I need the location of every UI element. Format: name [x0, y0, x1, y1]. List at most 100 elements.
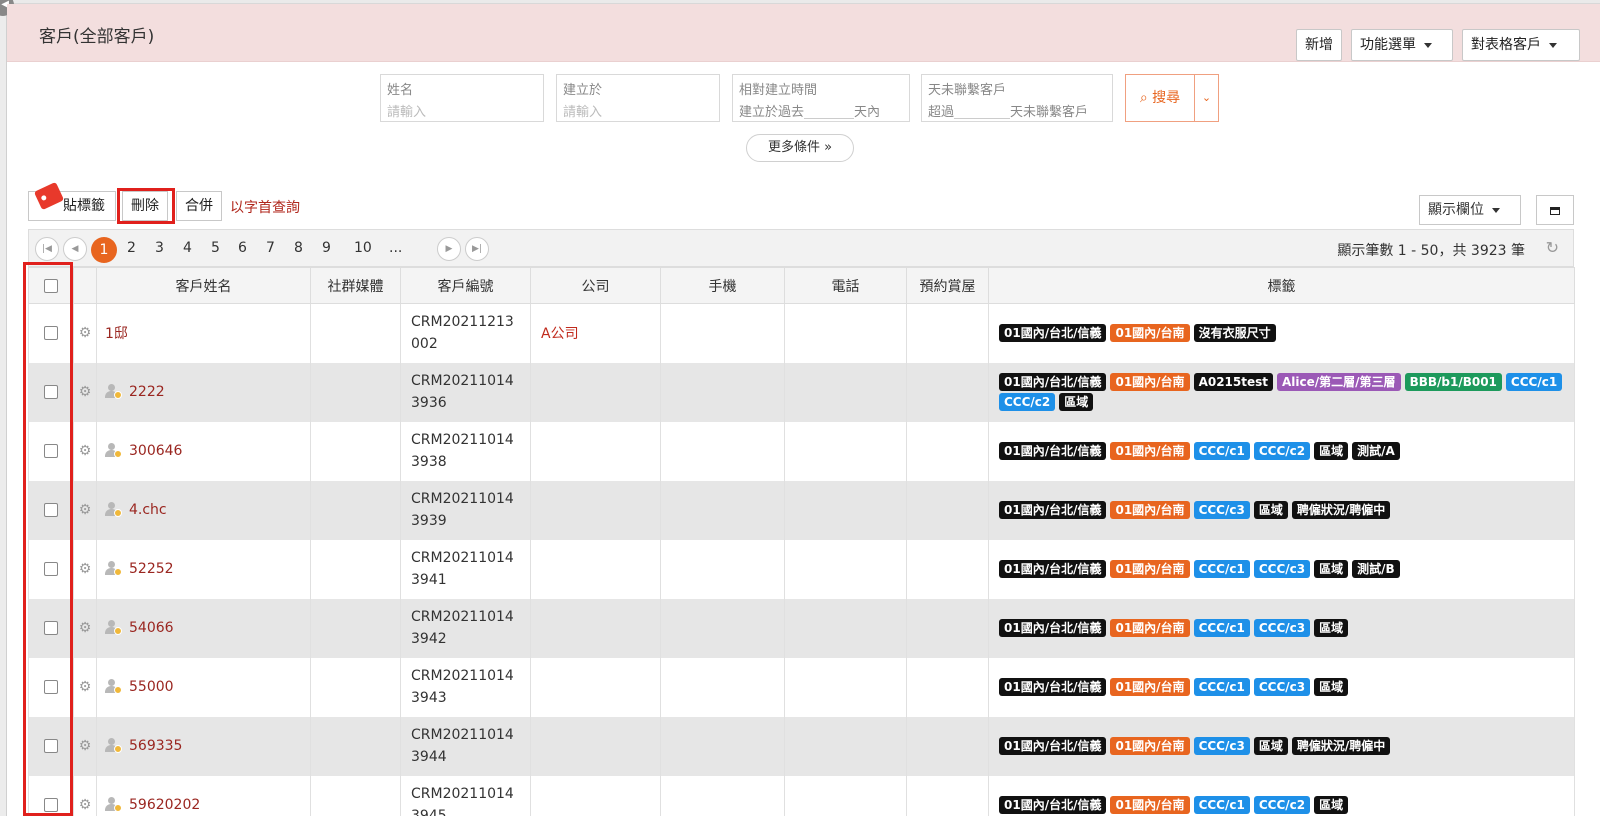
tag-badge[interactable]: CCC/c3	[1193, 501, 1250, 519]
company-link[interactable]: A公司	[541, 326, 579, 342]
tag-badge[interactable]: 區域	[1314, 619, 1349, 637]
tag-badge[interactable]: 01國內/台北/信義	[999, 678, 1107, 696]
tag-badge[interactable]: CCC/c2	[1253, 442, 1311, 460]
tag-badge[interactable]: 01國內/台南	[1110, 678, 1190, 696]
row-checkbox[interactable]	[44, 444, 58, 458]
customer-name-link[interactable]: 569335	[129, 738, 182, 754]
no-contact-days-input[interactable]	[954, 107, 1011, 119]
search-button[interactable]: ⌕ 搜尋	[1125, 74, 1195, 122]
created-filter-input[interactable]: 請輸入	[563, 101, 713, 120]
tag-badge[interactable]: CCC/c1	[1193, 560, 1250, 578]
page-number[interactable]: 9	[322, 240, 331, 256]
tag-badge[interactable]: 01國內/台北/信義	[999, 501, 1107, 519]
tag-badge[interactable]: 區域	[1314, 442, 1349, 460]
col-header-code[interactable]: 客戶編號	[400, 267, 531, 304]
col-header-booking[interactable]: 預約賞屋	[906, 267, 989, 304]
tag-badge[interactable]: 聘僱狀況/聘僱中	[1291, 501, 1391, 519]
last-page-icon[interactable]: ▶|	[465, 237, 489, 261]
name-filter-input[interactable]: 請輸入	[387, 101, 537, 120]
tag-badge[interactable]: CCC/c2	[1253, 796, 1311, 814]
tag-badge[interactable]: 01國內/台北/信義	[999, 619, 1107, 637]
tag-badge[interactable]: 聘僱狀況/聘僱中	[1291, 737, 1391, 755]
tag-badge[interactable]: 沒有衣服尺寸	[1193, 324, 1276, 343]
tag-badge[interactable]: 區域	[1059, 393, 1094, 411]
more-conditions-button[interactable]: 更多條件 »	[746, 134, 854, 162]
gear-icon[interactable]: ⚙	[79, 384, 92, 400]
col-header-phone[interactable]: 電話	[784, 267, 907, 304]
tag-badge[interactable]: 01國內/台南	[1110, 737, 1190, 755]
customer-name-link[interactable]: 1邸	[105, 326, 128, 342]
customer-name-link[interactable]: 300646	[129, 443, 182, 459]
tag-badge[interactable]: CCC/c1	[1505, 373, 1563, 391]
tag-badge[interactable]: CCC/c3	[1193, 737, 1250, 755]
page-number[interactable]: 4	[183, 240, 192, 256]
created-filter[interactable]: 建立於 請輸入	[556, 74, 720, 122]
col-header-tags[interactable]: 標籤	[988, 267, 1575, 304]
name-filter[interactable]: 姓名 請輸入	[380, 74, 544, 122]
merge-button[interactable]: 合併	[176, 191, 222, 221]
page-number[interactable]: 10	[354, 240, 372, 256]
gear-icon[interactable]: ⚙	[79, 679, 92, 695]
page-number[interactable]: 3	[155, 240, 164, 256]
tag-badge[interactable]: 01國內/台北/信義	[999, 373, 1107, 391]
tag-badge[interactable]: 測試/B	[1352, 560, 1400, 578]
col-header-name[interactable]: 客戶姓名	[96, 267, 311, 304]
tag-badge[interactable]: 01國內/台南	[1110, 501, 1190, 519]
gear-icon[interactable]: ⚙	[79, 325, 92, 341]
tag-badge[interactable]: BBB/b1/B001	[1404, 373, 1502, 391]
tag-badge[interactable]: CCC/c2	[999, 393, 1056, 411]
tag-badge[interactable]: CCC/c1	[1193, 796, 1250, 814]
tag-badge[interactable]: 01國內/台北/信義	[999, 796, 1107, 814]
tag-badge[interactable]: 區域	[1253, 501, 1288, 519]
page-number[interactable]: 5	[211, 240, 220, 256]
tag-badge[interactable]: 01國內/台南	[1110, 619, 1190, 637]
add-button[interactable]: 新增	[1296, 29, 1342, 61]
select-all-checkbox[interactable]	[44, 278, 58, 293]
tag-badge[interactable]: 01國內/台北/信義	[999, 324, 1107, 343]
search-options-chevron-icon[interactable]: ⌄	[1195, 74, 1219, 122]
tag-badge[interactable]: 01國內/台北/信義	[999, 560, 1107, 578]
tag-badge[interactable]: CCC/c3	[1253, 619, 1311, 637]
first-page-icon[interactable]: |◀	[35, 237, 59, 261]
tag-badge[interactable]: Alice/第二層/第三層	[1277, 373, 1401, 391]
row-checkbox[interactable]	[44, 385, 58, 399]
function-menu-button[interactable]: 功能選單	[1351, 29, 1453, 61]
customer-name-link[interactable]: 59620202	[129, 797, 200, 813]
tag-badge[interactable]: 區域	[1314, 678, 1349, 696]
relative-time-filter[interactable]: 相對建立時間 建立於過去 天內	[732, 74, 910, 122]
window-icon[interactable]	[1536, 195, 1574, 225]
tag-badge[interactable]: 01國內/台南	[1110, 560, 1190, 578]
relative-days-input[interactable]	[804, 107, 855, 119]
tag-badge[interactable]: CCC/c1	[1193, 678, 1250, 696]
row-checkbox[interactable]	[44, 798, 58, 812]
customer-name-link[interactable]: 4.chc	[129, 502, 167, 518]
letter-search-link[interactable]: 以字首查詢	[230, 197, 300, 217]
next-page-icon[interactable]: ▶	[437, 237, 461, 261]
row-checkbox[interactable]	[44, 739, 58, 753]
tag-badge[interactable]: 區域	[1314, 560, 1349, 578]
view-select-button[interactable]: 對表格客戶	[1462, 29, 1580, 61]
refresh-icon[interactable]: ↻	[1546, 238, 1559, 257]
gear-icon[interactable]: ⚙	[79, 797, 92, 813]
tag-badge[interactable]: 01國內/台南	[1110, 324, 1190, 343]
col-header-social[interactable]: 社群媒體	[310, 267, 401, 304]
tag-badge[interactable]: 01國內/台南	[1110, 442, 1190, 460]
page-number[interactable]: 8	[294, 240, 303, 256]
page-number[interactable]: 6	[238, 240, 247, 256]
tag-badge[interactable]: CCC/c3	[1253, 560, 1311, 578]
customer-name-link[interactable]: 54066	[129, 620, 174, 636]
row-checkbox[interactable]	[44, 562, 58, 576]
page-number[interactable]: 1	[91, 237, 117, 263]
tag-badge[interactable]: 01國內/台北/信義	[999, 737, 1107, 755]
gear-icon[interactable]: ⚙	[79, 443, 92, 459]
tag-badge[interactable]: 區域	[1253, 737, 1288, 755]
row-checkbox[interactable]	[44, 503, 58, 517]
columns-button[interactable]: 顯示欄位	[1419, 195, 1521, 225]
prev-page-icon[interactable]: ◀	[63, 237, 87, 261]
tag-badge[interactable]: 測試/A	[1352, 442, 1400, 460]
tag-badge[interactable]: CCC/c1	[1193, 619, 1250, 637]
customer-name-link[interactable]: 2222	[129, 384, 165, 400]
col-header-company[interactable]: 公司	[530, 267, 661, 304]
page-number[interactable]: 2	[127, 240, 136, 256]
tag-badge[interactable]: 01國內/台北/信義	[999, 442, 1107, 460]
